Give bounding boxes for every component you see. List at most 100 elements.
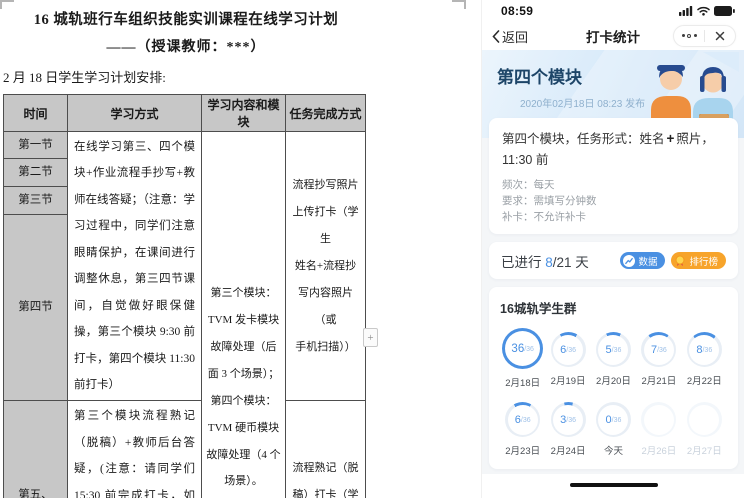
page-corner-mark [0, 0, 14, 9]
checkin-grid: 36/36 2月18日 6/36 2月19日 5/36 2月20日 7/362月21日 8/3… [500, 328, 727, 457]
checkin-total: /36 [521, 417, 531, 424]
checkin-progress-ring: 8/36 [687, 332, 722, 367]
phone-screenshot: 08:59 返回 打卡统计 [481, 0, 744, 498]
group-checkin-card: 16城轨学生群 36/36 2月18日 6/36 2月19日 5/36 2月20日 7/36… [489, 287, 738, 469]
checkin-progress-ring: 6/36 [551, 332, 586, 367]
checkin-date-label: 2月20日 [596, 373, 631, 387]
task-makeup-rule: 补卡：不允许补卡 [502, 209, 725, 225]
checkin-date-label: 今天 [604, 443, 623, 457]
checkin-day[interactable]: 7/362月21日 [641, 328, 676, 389]
progress-text: 已进行 8/21 天 [501, 251, 589, 271]
time-cell-3: 第三节 [4, 186, 68, 214]
checkin-count: 36 [511, 343, 524, 355]
more-dots-icon [682, 34, 697, 38]
checkin-total: /36 [612, 347, 622, 354]
document-pane: 16 城轨班行车组织技能实训课程在线学习计划 ——（授课教师：***） 2 月 … [0, 0, 478, 498]
page-corner-mark [452, 0, 466, 9]
checkin-day[interactable]: 36/36 2月18日 [502, 328, 543, 389]
checkin-day[interactable]: 6/36 2月19日 [551, 328, 586, 389]
data-badge-button[interactable]: 数据 [620, 252, 665, 269]
checkin-total: /36 [524, 346, 534, 353]
rank-badge-button[interactable]: 排行榜 [671, 252, 726, 269]
more-options-button[interactable] [674, 26, 704, 46]
checkin-total: /36 [566, 347, 576, 354]
cellular-signal-icon [679, 6, 693, 16]
status-time: 08:59 [501, 4, 533, 18]
checkin-total: /36 [566, 417, 576, 424]
time-cell-4: 第四节 [4, 214, 68, 401]
checkin-day[interactable]: 6/36 2月23日 [505, 398, 540, 457]
checkin-progress-ring: 0/36 [596, 402, 631, 437]
col-header-task: 任务完成方式 [286, 95, 366, 132]
close-button[interactable] [705, 26, 735, 46]
checkin-date-label: 2月23日 [505, 443, 540, 457]
col-header-method: 学习方式 [68, 95, 202, 132]
rank-badge-label: 排行榜 [689, 254, 718, 268]
checkin-progress-ring: 36/36 [502, 328, 543, 369]
checkin-total: /36 [657, 347, 667, 354]
checkin-progress-ring: 7/36 [641, 332, 676, 367]
back-chevron-icon [492, 30, 500, 43]
document-subtitle: ——（授课教师：***） [3, 36, 369, 56]
checkin-progress-ring: 3/36 [551, 402, 586, 437]
medal-icon [674, 255, 686, 267]
status-bar: 08:59 [482, 0, 744, 22]
scroll-area[interactable]: 第四个模块 2020年02月18日 08:23 发布 第四个模块，任务形式：姓名… [482, 50, 744, 474]
task-description: 第四个模块，任务形式：姓名+照片，11:30 前 [502, 128, 725, 170]
checkin-day[interactable]: 2月27日 [687, 398, 722, 457]
table-insert-button[interactable]: + [363, 328, 378, 347]
checkin-progress-ring: 5/36 [596, 332, 631, 367]
data-badge-label: 数据 [638, 254, 657, 268]
wifi-icon [697, 6, 710, 16]
content-cell: 第三个模块： TVM 发卡模块 故障处理（后 面 3 个场景）； 第四个模块： … [202, 132, 286, 498]
checkin-progress-ring [687, 402, 722, 437]
progress-card: 已进行 8/21 天 数据 排行榜 [489, 242, 738, 279]
checkin-progress-ring: 6/36 [505, 402, 540, 437]
module-title: 第四个模块 [497, 63, 744, 88]
task-frequency: 频次：每天 [502, 177, 725, 193]
time-cell-2: 第二节 [4, 158, 68, 186]
study-plan-table: 时间 学习方式 学习内容和模块 任务完成方式 第一节 在线学习第三、四个模块+作… [3, 94, 366, 498]
home-indicator[interactable] [570, 483, 658, 487]
col-header-content: 学习内容和模块 [202, 95, 286, 132]
group-name: 16城轨学生群 [500, 298, 727, 317]
checkin-day[interactable]: 8/36 2月22日 [687, 328, 722, 389]
checkin-date-label: 2月26日 [641, 443, 676, 457]
checkin-day[interactable]: 5/36 2月20日 [596, 328, 631, 389]
checkin-date-label: 2月19日 [551, 373, 586, 387]
document-intro: 2 月 18 日学生学习计划安排: [3, 67, 369, 86]
checkin-total: /36 [702, 347, 712, 354]
table-row: 第一节 在线学习第三、四个模块+作业流程手抄写+教师在线答疑；（注意：学习过程中… [4, 132, 366, 159]
checkin-date-label: 2月24日 [551, 443, 586, 457]
checkin-progress-ring [641, 402, 676, 437]
document-title: 16 城轨班行车组织技能实训课程在线学习计划 [3, 8, 369, 29]
method-cell-extra: 第三个模块流程熟记（脱稿）+教师后台答疑，(注意：请同学们 15:30 前完成打… [68, 401, 202, 498]
back-label: 返回 [502, 27, 528, 46]
col-header-time: 时间 [4, 95, 68, 132]
time-cell-5: 第五、 六节以及本 周其他时间 学习 [4, 401, 68, 498]
checkin-date-label: 2月27日 [687, 443, 722, 457]
days-done: 8 [545, 255, 553, 270]
battery-icon [714, 6, 735, 16]
method-cell-main: 在线学习第三、四个模块+作业流程手抄写+教师在线答疑；（注意：学习过程中，同学们… [68, 132, 202, 401]
task-info-card: 第四个模块，任务形式：姓名+照片，11:30 前 频次：每天 要求：需填写分钟数… [489, 118, 738, 234]
nav-bar: 返回 打卡统计 [482, 22, 744, 50]
miniprogram-capsule [673, 25, 736, 47]
phone-footer [482, 474, 744, 498]
checkin-day[interactable]: 2月26日 [641, 398, 676, 457]
task-requirement: 要求：需填写分钟数 [502, 193, 725, 209]
checkin-date-label: 2月22日 [687, 373, 722, 387]
task-cell-extra: 流程熟记（脱 稿）打卡（学生 姓名+熟记内 容） [286, 401, 366, 498]
module-publish-date: 2020年02月18日 08:23 发布 [520, 95, 744, 110]
checkin-day[interactable]: 3/36 2月24日 [551, 398, 586, 457]
chart-icon [623, 255, 635, 267]
checkin-day[interactable]: 0/36 今天 [596, 398, 631, 457]
table-row: 第五、 六节以及本 周其他时间 学习 第三个模块流程熟记（脱稿）+教师后台答疑，… [4, 401, 366, 498]
time-cell-1: 第一节 [4, 132, 68, 159]
checkin-total: /36 [612, 417, 622, 424]
task-cell-main: 流程抄写照片 上传打卡（学生 姓名+流程抄 写内容照片（或 手机扫描）） [286, 132, 366, 401]
table-header-row: 时间 学习方式 学习内容和模块 任务完成方式 [4, 95, 366, 132]
checkin-date-label: 2月18日 [505, 375, 540, 389]
close-icon [715, 31, 725, 41]
back-button[interactable]: 返回 [492, 27, 528, 46]
